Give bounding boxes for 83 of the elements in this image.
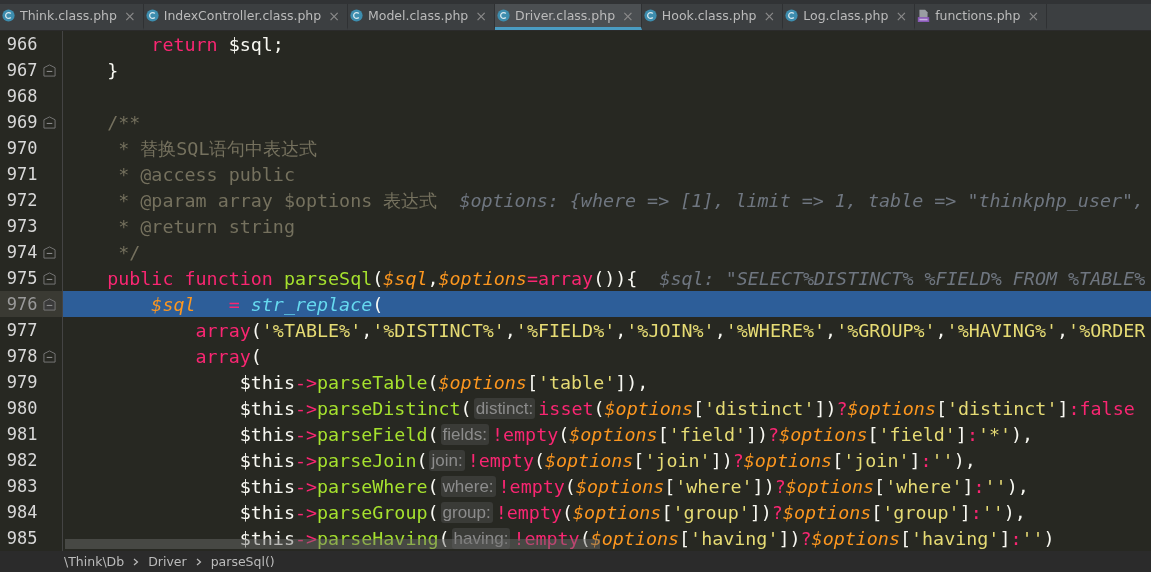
- code-text: $this->parseHaving(: [239, 527, 450, 549]
- fold-icon[interactable]: [43, 349, 57, 363]
- fold-icon[interactable]: [43, 63, 57, 77]
- line-number: 984: [5, 502, 38, 522]
- breadcrumb-item[interactable]: Driver: [148, 554, 187, 569]
- code-text: * 替换SQL语句中表达式: [118, 136, 318, 161]
- class-icon: [785, 9, 799, 22]
- line-number: 985: [5, 528, 38, 548]
- code-text: }: [107, 59, 119, 81]
- code-text: public function parseSql($sql,$options=array()){: [107, 267, 639, 289]
- code-text: * @param array $options 表达式: [118, 188, 439, 213]
- line-number: 974: [5, 242, 38, 262]
- editor-tab[interactable]: Driver.class.php ×: [495, 4, 642, 30]
- line-number: 969: [5, 112, 38, 132]
- code-text: !empty($options['field'])?$options['field']:'*'),: [491, 423, 1034, 445]
- parameter-hint: having:: [451, 527, 511, 549]
- code-text: $this->parseWhere(: [239, 475, 439, 497]
- parameter-hint: join:: [429, 449, 465, 471]
- line-number: 972: [5, 190, 38, 210]
- class-icon: [349, 9, 363, 22]
- line-number: 980: [5, 398, 38, 418]
- line-number: 983: [5, 476, 38, 496]
- code-text: */: [118, 241, 141, 263]
- line-number: 981: [5, 424, 38, 444]
- code-text: $this->parseDistinct(: [239, 397, 472, 419]
- line-number: 973: [5, 216, 38, 236]
- parameter-hint: group:: [440, 501, 493, 523]
- line-number: 977: [5, 320, 38, 340]
- code-text: !empty($options['where'])?$options['where']:''),: [498, 475, 1029, 497]
- parameter-hint: distinct:: [473, 397, 536, 419]
- line-number: 975: [5, 268, 38, 288]
- close-button[interactable]: ×: [328, 7, 340, 24]
- code-text: $this->parseField(: [239, 423, 439, 445]
- line-number: 966: [5, 34, 38, 54]
- close-button[interactable]: ×: [475, 7, 487, 24]
- class-icon: [643, 9, 657, 22]
- class-icon: [497, 9, 510, 22]
- code-text: return $sql;: [151, 33, 284, 55]
- code-text: * @access public: [118, 163, 295, 185]
- fold-icon[interactable]: [43, 245, 57, 259]
- close-button[interactable]: ×: [1027, 7, 1040, 24]
- code-text: !empty($options['join'])?$options['join']:''),: [467, 449, 976, 471]
- inline-debug-value: $options: {where => [1], limit => 1, table => "thinkphp_user",: [459, 189, 1145, 211]
- code-text: isset($options['distinct'])?$options['distinct']:false: [538, 397, 1135, 419]
- line-number: 982: [5, 450, 38, 470]
- parameter-hint: fields:: [440, 423, 489, 445]
- code-text: /**: [107, 111, 141, 133]
- chevron-icon: [133, 557, 140, 566]
- close-button[interactable]: ×: [895, 7, 908, 24]
- class-icon: [2, 9, 15, 22]
- php-file-icon: [917, 9, 931, 22]
- code-text: !empty($options['group'])?$options['group']:''),: [495, 501, 1026, 523]
- code-text: $sql = str_replace(: [151, 293, 384, 315]
- code-text: array(: [195, 345, 262, 367]
- class-icon: [145, 9, 159, 22]
- code-text: $this->parseGroup(: [239, 501, 439, 523]
- line-number: 970: [5, 138, 38, 158]
- editor-tab[interactable]: Hook.class.php ×: [641, 4, 784, 30]
- parameter-hint: where:: [440, 475, 496, 497]
- line-number: 967: [5, 60, 38, 80]
- editor-tab[interactable]: Log.class.php ×: [783, 4, 916, 30]
- code-text: * @return string: [118, 215, 295, 237]
- inline-debug-value: $sql: "SELECT%DISTINCT% %FIELD% FROM %TABLE%: [659, 267, 1146, 289]
- line-number: 979: [5, 372, 38, 392]
- fold-icon[interactable]: [43, 271, 57, 285]
- breadcrumb-item[interactable]: parseSql(): [210, 554, 275, 569]
- code-text: $this->parseTable($options['table']),: [239, 371, 649, 393]
- code-text: !empty($options['having'])?$options['having']:''): [513, 527, 1055, 549]
- line-number: 978: [5, 346, 38, 366]
- code-text: array('%TABLE%','%DISTINCT%','%FIELD%','%JOIN%','%WHERE%','%GROUP%','%HAVING%','%ORDER: [195, 319, 1146, 341]
- close-button[interactable]: ×: [123, 7, 136, 24]
- breadcrumb-item[interactable]: \Think\Db: [64, 554, 125, 569]
- line-number: 968: [5, 86, 38, 106]
- editor-tab[interactable]: functions.php ×: [915, 4, 1048, 30]
- chevron-icon: [195, 557, 202, 566]
- editor-tab[interactable]: IndexController.class.php ×: [143, 4, 348, 30]
- fold-icon[interactable]: [43, 115, 57, 129]
- editor-tab[interactable]: Think.class.php ×: [0, 4, 144, 30]
- close-button[interactable]: ×: [763, 7, 776, 24]
- line-number: 971: [5, 164, 38, 184]
- code-text: $this->parseJoin(: [239, 449, 428, 471]
- fold-icon[interactable]: [43, 297, 57, 311]
- line-number: 976: [5, 294, 38, 314]
